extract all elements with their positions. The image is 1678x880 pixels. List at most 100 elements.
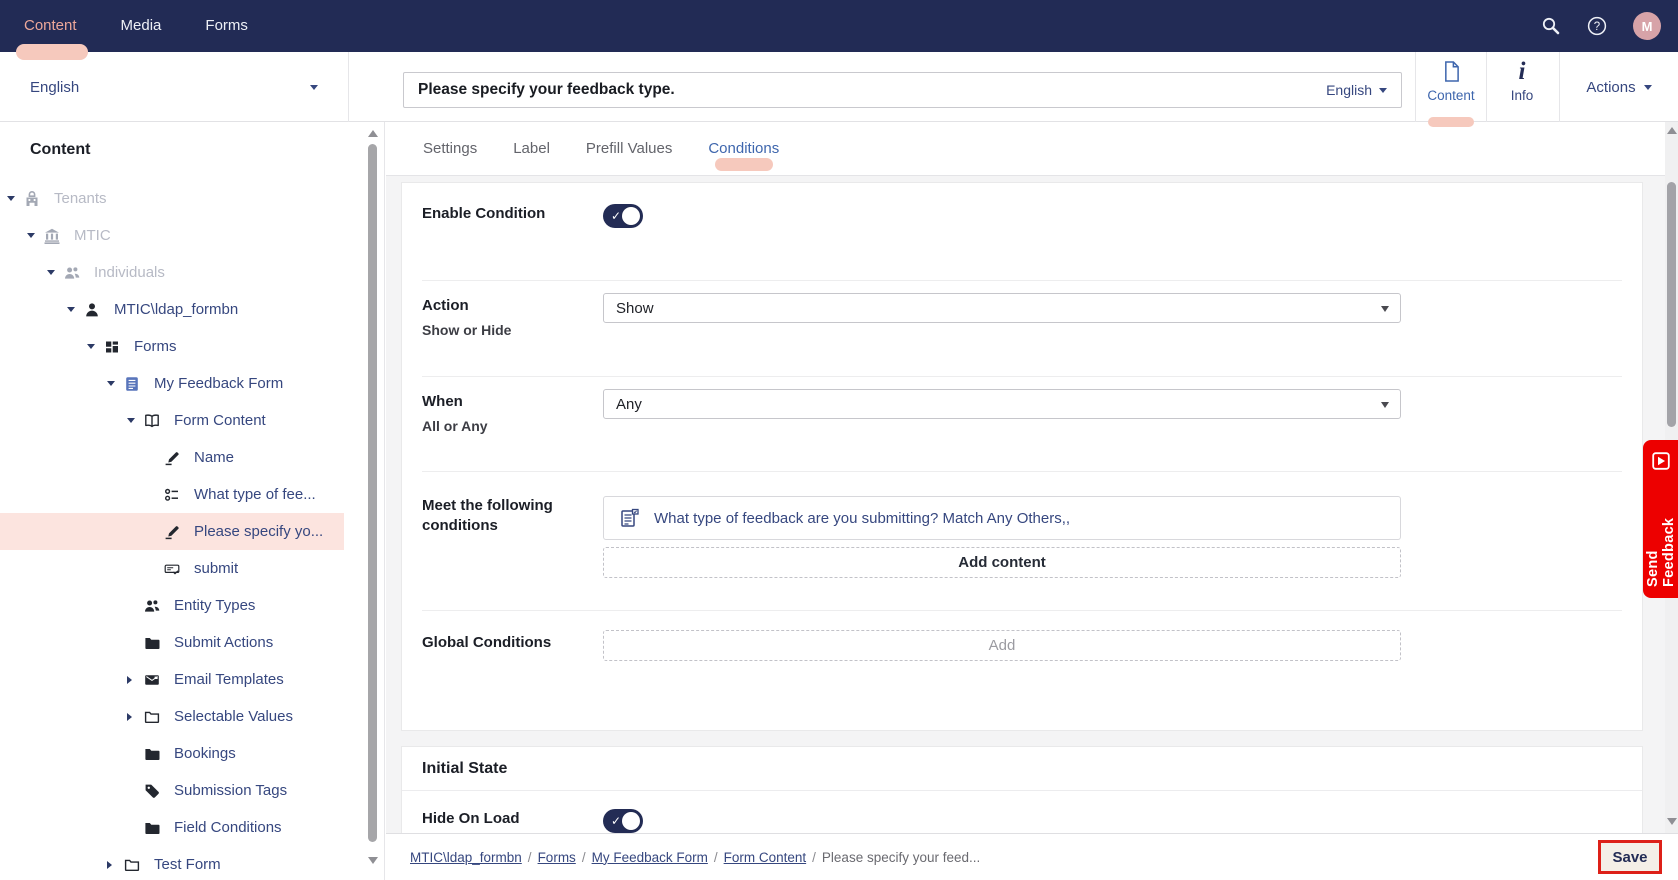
chevron-down-icon (310, 85, 318, 90)
hide-on-load-toggle[interactable]: ✓ (603, 809, 643, 833)
nav-tab-media[interactable]: Media (99, 0, 184, 52)
when-label: When (422, 392, 603, 412)
toggle-knob (622, 812, 640, 830)
caret-down-icon[interactable] (47, 270, 64, 275)
breadcrumb-item-form-content[interactable]: Form Content (724, 850, 807, 865)
save-button[interactable]: Save (1598, 840, 1662, 874)
tree-item-submission-tags[interactable]: Submission Tags (0, 772, 344, 809)
tab-prefill-values[interactable]: Prefill Values (586, 140, 672, 157)
tree-item-label: Submit Actions (174, 634, 273, 651)
content-view-button[interactable]: Content (1416, 52, 1486, 122)
content-tree-sidebar: Content TenantsMTICIndividualsMTIC\ldap_… (0, 122, 385, 880)
scroll-up-arrow[interactable] (1667, 127, 1677, 134)
content-scroll-area: Enable Condition ✓ Action Show or Hide S… (386, 176, 1678, 833)
breadcrumb-item-my-feedback-form[interactable]: My Feedback Form (592, 850, 708, 865)
tree-item-individuals[interactable]: Individuals (0, 254, 344, 291)
people-icon (64, 265, 80, 281)
breadcrumb-separator: / (812, 850, 816, 865)
tree-item-label: Forms (134, 338, 177, 355)
tree-item-forms[interactable]: Forms (0, 328, 344, 365)
select-arrow-icon (1381, 402, 1389, 408)
avatar[interactable]: M (1633, 12, 1661, 40)
caret-right-icon[interactable] (107, 861, 124, 869)
enable-condition-toggle[interactable]: ✓ (603, 204, 643, 228)
tree-item-submit[interactable]: submit (0, 550, 344, 587)
caret-down-icon[interactable] (87, 344, 104, 349)
scrollbar-thumb[interactable] (368, 144, 377, 842)
actions-dropdown[interactable]: Actions (1560, 52, 1678, 122)
tree-item-label: Test Form (154, 856, 221, 873)
tree-item-label: Bookings (174, 745, 236, 762)
field-title-box[interactable]: Please specify your feedback type. Engli… (403, 72, 1402, 108)
tag-icon (144, 783, 160, 799)
caret-down-icon[interactable] (127, 418, 144, 423)
tree-item-my-feedback-form[interactable]: My Feedback Form (0, 365, 344, 402)
when-select[interactable]: Any (603, 389, 1401, 419)
tree-item-label: Form Content (174, 412, 266, 429)
tree-item-test-form[interactable]: Test Form (0, 846, 344, 880)
scrollbar-thumb[interactable] (1667, 182, 1676, 427)
content-view-label: Content (1416, 88, 1486, 103)
tree-item-name[interactable]: Name (0, 439, 344, 476)
tree-item-label: Selectable Values (174, 708, 293, 725)
sidebar-language-select[interactable]: English (0, 52, 349, 122)
breadcrumb-separator: / (582, 850, 586, 865)
content-tree: Tenants MTICIndividualsMTIC\ldap_formbn Fo… (0, 180, 344, 880)
book-icon (144, 413, 160, 429)
tree-item-selectable-values[interactable]: Selectable Values (0, 698, 344, 735)
info-button[interactable]: i Info (1487, 52, 1557, 122)
actions-label: Actions (1586, 79, 1635, 96)
condition-row[interactable]: What type of feedback are you submitting… (603, 496, 1401, 540)
tree-item-form-content[interactable]: Form Content (0, 402, 344, 439)
scroll-down-arrow[interactable] (368, 857, 378, 864)
global-conditions-add-button[interactable]: Add (603, 630, 1401, 661)
tree-item-mtic-ldap-formbn[interactable]: MTIC\ldap_formbn (0, 291, 344, 328)
add-content-button[interactable]: Add content (603, 547, 1401, 578)
caret-down-icon[interactable] (67, 307, 84, 312)
nav-tab-forms[interactable]: Forms (183, 0, 270, 52)
action-label: Action (422, 296, 603, 316)
people-icon (144, 598, 160, 614)
breadcrumb-item-mtic-ldap-formbn[interactable]: MTIC\ldap_formbn (410, 850, 522, 865)
check-icon: ✓ (611, 208, 621, 224)
caret-down-icon[interactable] (107, 381, 124, 386)
tab-settings[interactable]: Settings (423, 140, 477, 157)
tab-label[interactable]: Label (513, 140, 550, 157)
when-hint: All or Any (422, 416, 603, 436)
caret-right-icon[interactable] (127, 676, 144, 684)
tab-conditions[interactable]: Conditions (708, 140, 779, 157)
help-icon[interactable]: ? (1587, 16, 1607, 36)
tree-item-please-specify-yo[interactable]: Please specify yo... (0, 513, 344, 550)
action-select[interactable]: Show (603, 293, 1401, 323)
caret-down-icon[interactable] (7, 196, 24, 201)
send-feedback-tab[interactable]: Send Feedback (1643, 440, 1678, 598)
tree-item-tenants[interactable]: Tenants (0, 180, 344, 217)
tree-item-label: Tenants (54, 190, 107, 207)
tree-item-label: Entity Types (174, 597, 255, 614)
tree-item-what-type-of-fee[interactable]: What type of fee... (0, 476, 344, 513)
folder-icon (144, 746, 160, 762)
breadcrumb-item-forms[interactable]: Forms (538, 850, 576, 865)
scroll-up-arrow[interactable] (368, 130, 378, 137)
tree-item-entity-types[interactable]: Entity Types (0, 587, 344, 624)
tree-item-label: My Feedback Form (154, 375, 283, 392)
caret-right-icon[interactable] (127, 713, 144, 721)
tree-item-email-templates[interactable]: Email Templates (0, 661, 344, 698)
search-icon[interactable] (1541, 16, 1561, 36)
title-language-label: English (1326, 82, 1372, 98)
form-icon (124, 376, 140, 392)
title-language-select[interactable]: English (1326, 82, 1387, 98)
tree-item-bookings[interactable]: Bookings (0, 735, 344, 772)
tree-item-submit-actions[interactable]: Submit Actions (0, 624, 344, 661)
tree-item-mtic[interactable]: MTIC (0, 217, 344, 254)
send-feedback-label: Send Feedback (1645, 480, 1677, 587)
tenants-icon (24, 191, 40, 207)
top-navbar: ContentMediaForms ? M (0, 0, 1678, 52)
sidebar-scrollbar[interactable] (367, 122, 378, 880)
caret-down-icon[interactable] (27, 233, 44, 238)
tree-item-field-conditions[interactable]: Field Conditions (0, 809, 344, 846)
check-icon: ✓ (611, 813, 621, 829)
toggle-knob (622, 207, 640, 225)
action-hint: Show or Hide (422, 320, 603, 340)
scroll-down-arrow[interactable] (1667, 818, 1677, 825)
